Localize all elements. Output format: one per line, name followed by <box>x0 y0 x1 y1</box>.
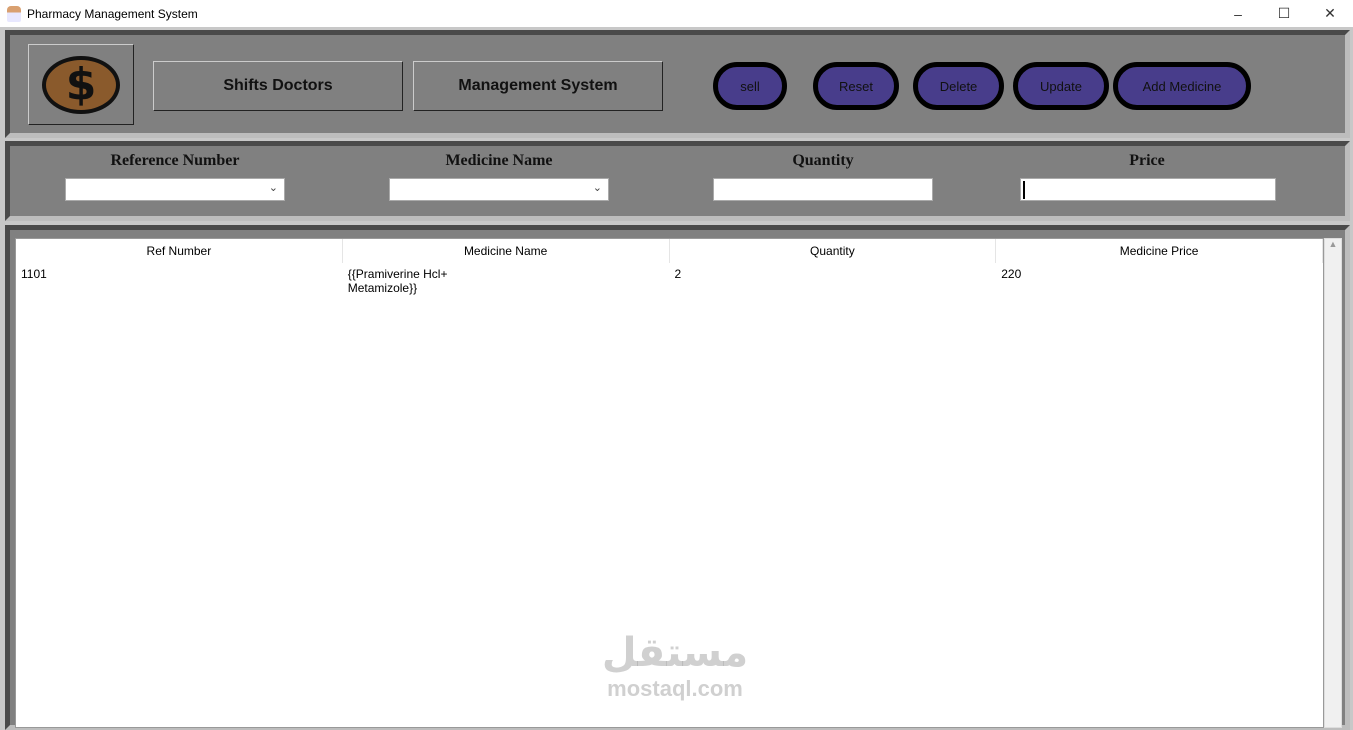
medicine-name-select[interactable]: ⌄ <box>389 178 609 201</box>
price-label: Price <box>1129 152 1165 169</box>
scroll-up-icon[interactable]: ▲ <box>1329 239 1338 249</box>
chevron-down-icon: ⌄ <box>268 182 278 194</box>
column-header-medicine-price[interactable]: Medicine Price <box>996 239 1323 263</box>
cell-medicine-name: {{Pramiverine Hcl+ Metamizole}} <box>343 263 670 299</box>
quantity-input[interactable] <box>713 178 933 201</box>
name-line: Metamizole}} <box>347 281 418 295</box>
add-medicine-button[interactable]: Add Medicine <box>1113 62 1251 110</box>
watermark-latin: mostaql.com <box>607 676 743 701</box>
title-bar: Pharmacy Management System – ☐ ✕ <box>0 0 1353 27</box>
text-cursor <box>1023 181 1025 199</box>
dollar-coin-icon: $ <box>42 55 120 114</box>
window-title: Pharmacy Management System <box>27 6 198 21</box>
table-header: Ref Number Medicine Name Quantity Medici… <box>16 239 1323 263</box>
toolbar-panel: $ Shifts Doctors Management System sell … <box>5 30 1350 138</box>
vertical-scrollbar[interactable]: ▲ <box>1324 238 1342 728</box>
cell-price: 220 <box>1001 267 1022 281</box>
cell-quantity: 2 <box>674 267 682 281</box>
quantity-label: Quantity <box>792 152 854 169</box>
cell-ref: 1101 <box>21 267 47 281</box>
delete-button[interactable]: Delete <box>913 62 1004 110</box>
watermark: مستقل mostaql.com <box>590 630 760 702</box>
maximize-button[interactable]: ☐ <box>1261 0 1307 27</box>
reference-number-label: Reference Number <box>110 152 240 169</box>
price-input[interactable] <box>1020 178 1276 201</box>
form-panel: Reference Number ⌄ Medicine Name ⌄ Quant… <box>5 141 1350 221</box>
column-header-quantity[interactable]: Quantity <box>670 239 997 263</box>
medicine-name-label: Medicine Name <box>445 152 553 169</box>
sell-button[interactable]: sell <box>713 62 787 110</box>
watermark-arabic: مستقل <box>601 630 749 676</box>
close-button[interactable]: ✕ <box>1307 0 1353 27</box>
logo-button[interactable]: $ <box>28 44 134 125</box>
pharmacist-icon <box>7 5 21 22</box>
table-row[interactable]: 1101 {{Pramiverine Hcl+ Metamizole}} 2 22… <box>16 263 1323 299</box>
minimize-button[interactable]: – <box>1215 0 1261 27</box>
reference-number-select[interactable]: ⌄ <box>65 178 285 201</box>
update-button[interactable]: Update <box>1013 62 1109 110</box>
name-line: {{Pramiverine Hcl+ <box>347 267 448 281</box>
shifts-doctors-button[interactable]: Shifts Doctors <box>153 61 403 111</box>
chevron-down-icon: ⌄ <box>592 182 602 194</box>
column-header-medicine-name[interactable]: Medicine Name <box>343 239 670 263</box>
column-header-ref-number[interactable]: Ref Number <box>16 239 343 263</box>
reset-button[interactable]: Reset <box>813 62 899 110</box>
management-system-button[interactable]: Management System <box>413 61 663 111</box>
